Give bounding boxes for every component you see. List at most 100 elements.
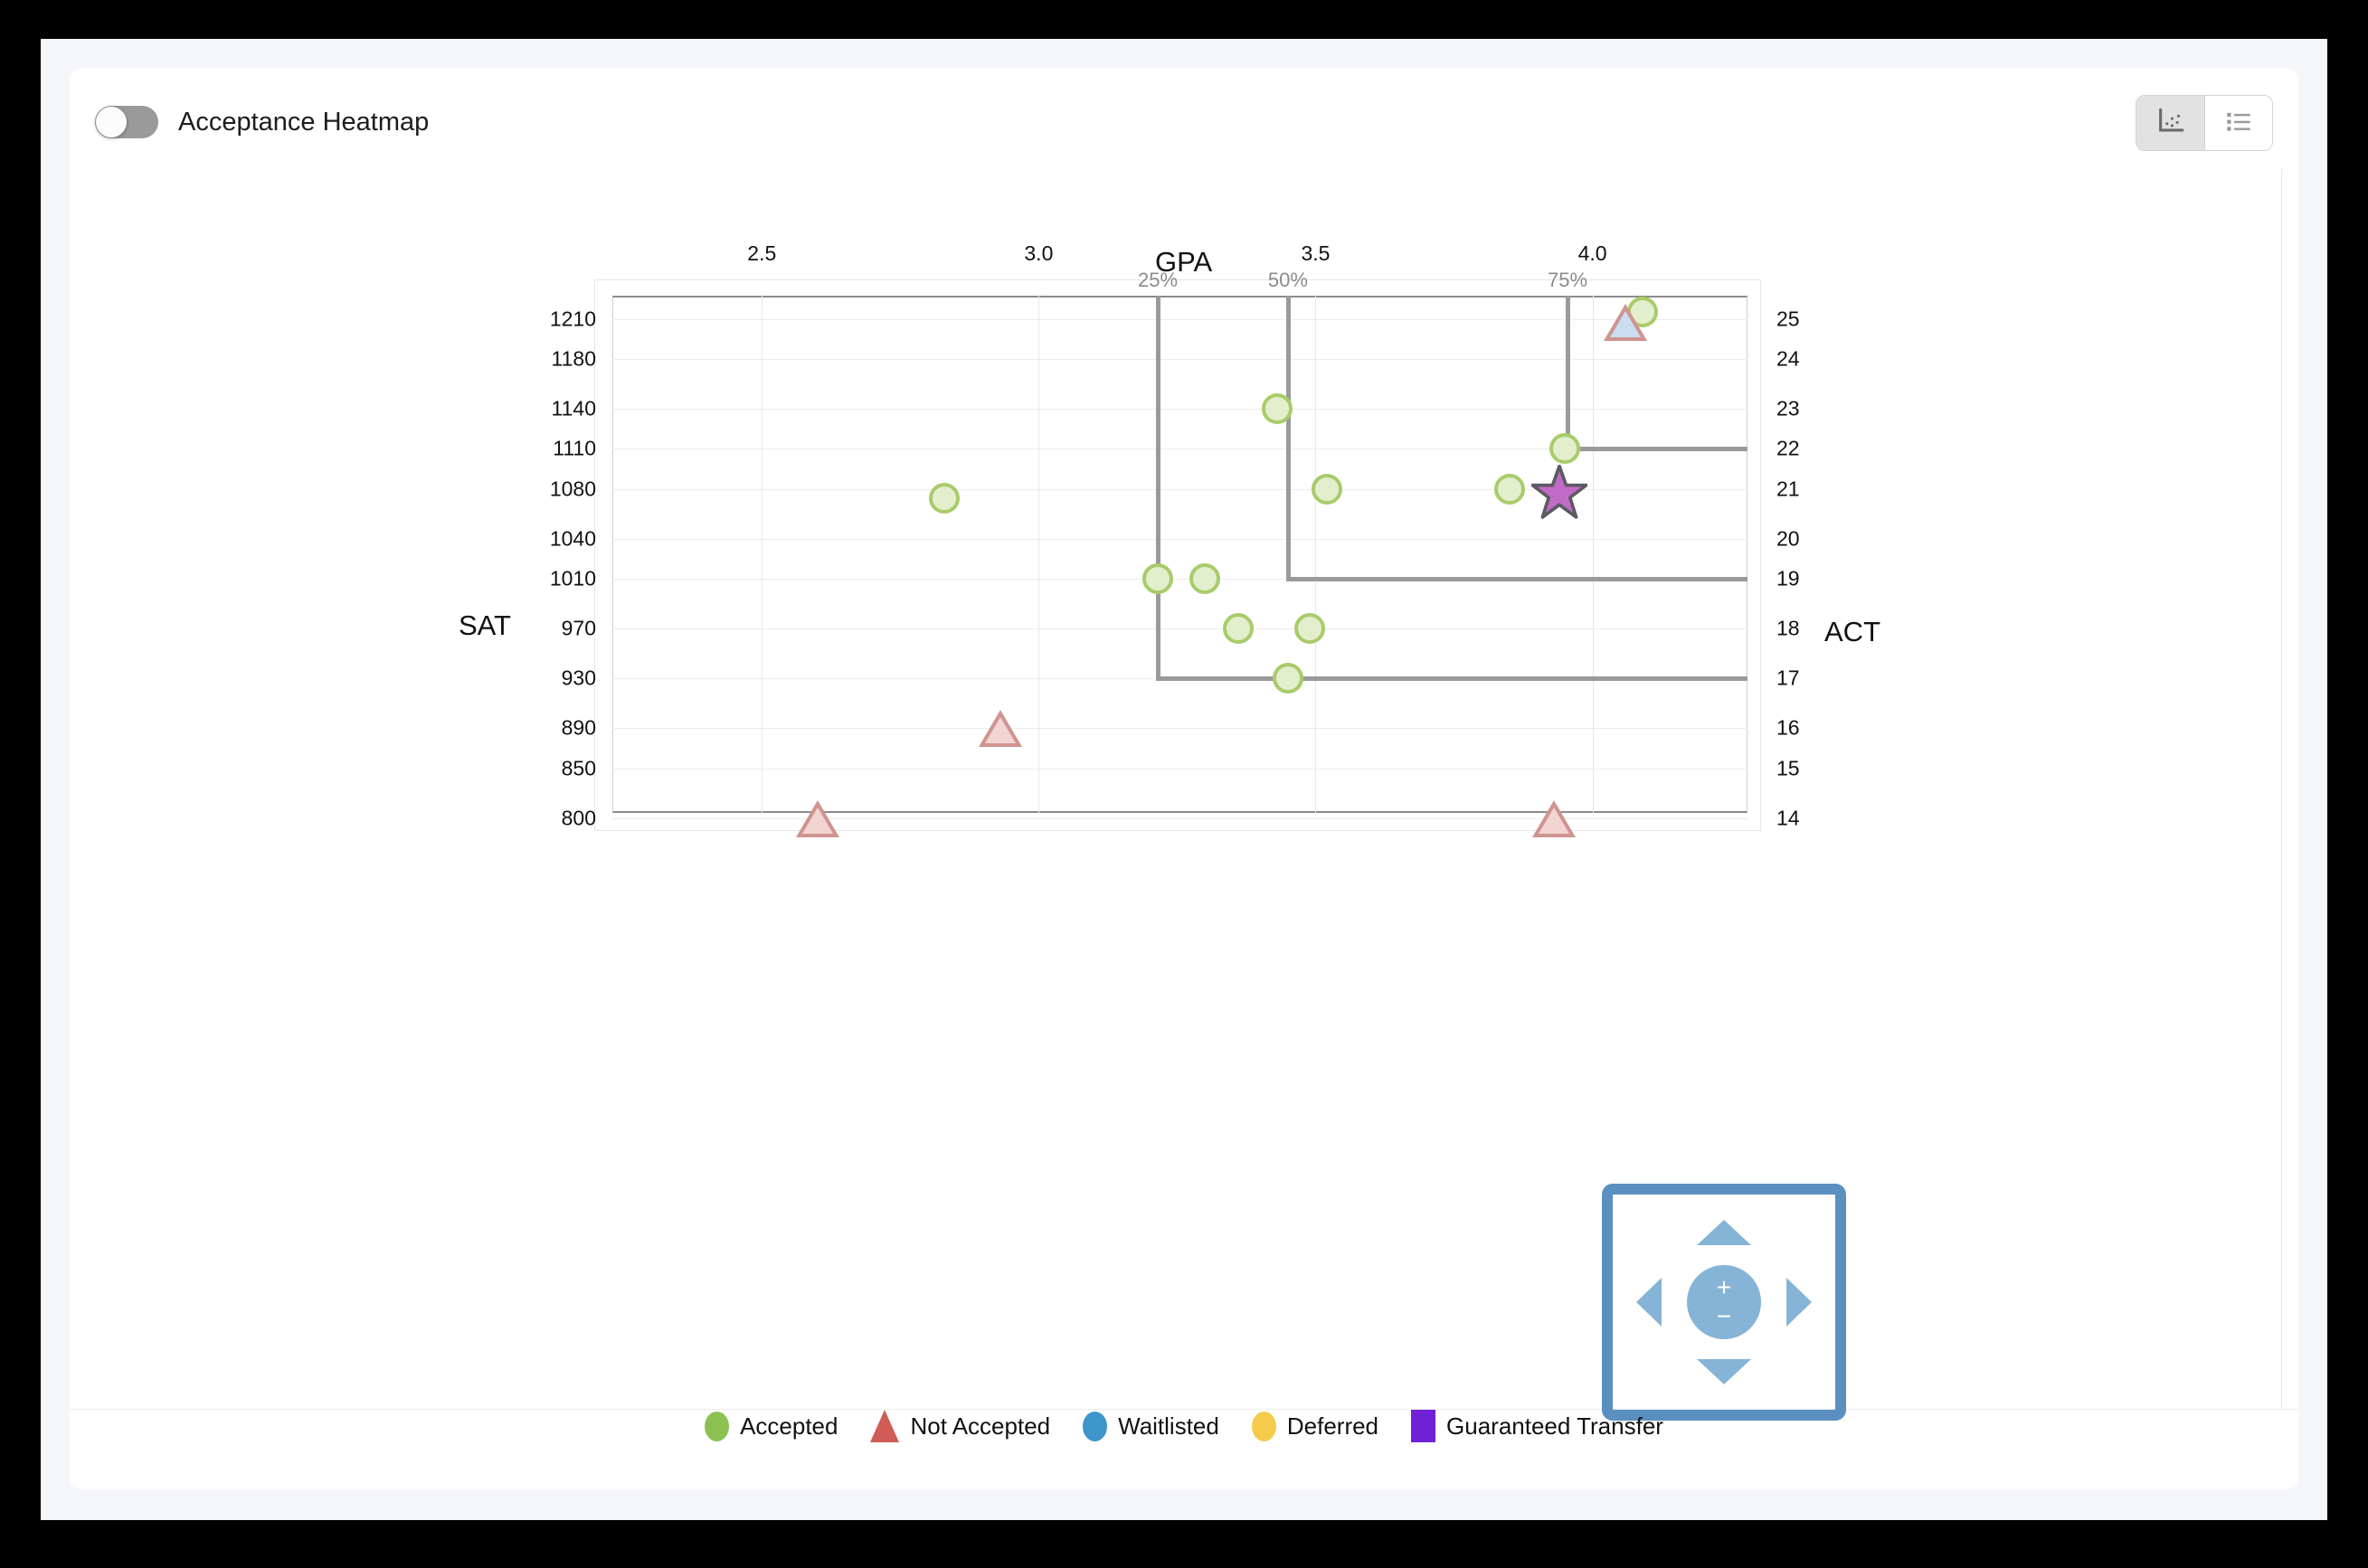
gridline-horizontal — [612, 817, 1748, 819]
card-header: Acceptance Heatmap — [70, 68, 2298, 169]
y-axis-tick-label-sat: 800 — [561, 806, 596, 830]
gridline-horizontal — [612, 318, 1748, 320]
legend-label: Waitlisted — [1118, 1412, 1219, 1440]
percentile-line-horizontal — [1156, 676, 1748, 682]
zoom-out-button[interactable]: − — [1710, 1302, 1738, 1331]
legend-item[interactable]: Guaranteed Transfer — [1411, 1410, 1663, 1442]
y-axis-tick-label-act: 16 — [1776, 715, 1800, 740]
gridline-horizontal — [612, 768, 1748, 770]
data-point-accepted[interactable] — [1272, 663, 1303, 694]
percentile-label: 25% — [1137, 269, 1179, 291]
legend-item[interactable]: Waitlisted — [1083, 1411, 1219, 1441]
data-point-accepted[interactable] — [1189, 563, 1221, 595]
triangle-fill — [1538, 807, 1569, 834]
x-axis-tick-label: 3.0 — [1024, 241, 1054, 265]
y-axis-tick-label-act: 22 — [1776, 436, 1800, 460]
pan-zoom-inner: + − — [1613, 1195, 1835, 1410]
app-root: Acceptance Heatmap GPA SAT ACT 2.5 3.0 3… — [41, 39, 2327, 1520]
legend-item[interactable]: Deferred — [1251, 1411, 1379, 1441]
y-axis-tick-label-act: 25 — [1776, 307, 1800, 331]
gridline-vertical — [1315, 296, 1317, 813]
data-point-accepted[interactable] — [1261, 392, 1293, 424]
user-position-star[interactable] — [1530, 464, 1587, 519]
pan-up-arrow[interactable] — [1697, 1220, 1751, 1245]
zoom-core: + − — [1687, 1265, 1761, 1339]
y-axis-tick-label-sat: 1140 — [551, 396, 596, 420]
y-axis-tick-label-act: 24 — [1776, 346, 1800, 371]
gridline-horizontal — [612, 538, 1748, 540]
scatter-chart: GPA SAT ACT 2.5 3.0 3.5 4.0 25% 50% 75% 1210 118… — [70, 169, 2298, 1435]
y-axis-tick-label-act: 19 — [1776, 566, 1800, 590]
gridline-vertical — [1592, 296, 1594, 813]
plot-area[interactable] — [612, 296, 1748, 837]
triangle-fill — [1610, 310, 1642, 337]
y-axis-tick-label-sat: 1080 — [549, 477, 596, 501]
chart-y-axis-title-right: ACT — [1824, 616, 1880, 647]
percentile-line-vertical — [1566, 296, 1571, 449]
pan-zoom-control[interactable]: + − — [1602, 1184, 1846, 1421]
data-point-accepted[interactable] — [1294, 613, 1326, 645]
y-axis-tick-label-sat: 1210 — [549, 307, 596, 331]
y-axis-tick-label-act: 20 — [1776, 526, 1800, 551]
pan-down-arrow[interactable] — [1697, 1359, 1751, 1384]
data-point-accepted[interactable] — [1142, 563, 1173, 595]
heatmap-toggle-group[interactable]: Acceptance Heatmap — [95, 106, 429, 138]
legend-label: Deferred — [1286, 1412, 1379, 1440]
y-axis-tick-label-sat: 850 — [561, 756, 596, 780]
triangle-fill — [984, 717, 1016, 744]
percentile-line-horizontal — [1285, 577, 1748, 582]
data-point-accepted[interactable] — [929, 482, 961, 514]
y-axis-tick-label-sat: 1040 — [549, 526, 596, 551]
legend-label: Accepted — [740, 1412, 838, 1440]
y-axis-tick-label-act: 21 — [1776, 477, 1800, 501]
view-mode-toggle-group[interactable] — [2136, 95, 2273, 151]
data-point-accepted[interactable] — [1549, 433, 1580, 465]
pan-right-arrow[interactable] — [1786, 1278, 1812, 1327]
percentile-line-horizontal — [1566, 447, 1748, 452]
y-axis-tick-label-act: 15 — [1776, 756, 1800, 780]
percentile-line-vertical — [1156, 296, 1160, 679]
y-axis-tick-label-act: 18 — [1776, 616, 1800, 640]
zoom-in-button[interactable]: + — [1710, 1273, 1738, 1302]
data-point-accepted[interactable] — [1493, 473, 1525, 505]
x-axis-tick-label: 3.5 — [1301, 241, 1331, 265]
chart-y-axis-title-left: SAT — [459, 609, 511, 641]
chart-card: Acceptance Heatmap GPA SAT ACT 2.5 3.0 3… — [70, 68, 2298, 1489]
y-axis-tick-label-act: 23 — [1776, 396, 1800, 420]
scatter-plot-icon — [2155, 106, 2186, 141]
legend-square-icon — [1411, 1410, 1436, 1442]
toggle-knob — [96, 107, 127, 137]
gridline-horizontal — [612, 628, 1748, 630]
y-axis-tick-label-act: 17 — [1776, 666, 1800, 690]
acceptance-heatmap-toggle[interactable] — [95, 106, 158, 138]
data-point-accepted[interactable] — [1311, 473, 1342, 505]
x-axis-tick-label: 4.0 — [1577, 241, 1607, 265]
list-icon — [2223, 106, 2254, 141]
plot-inner-border — [612, 296, 1748, 813]
legend-item[interactable]: Not Accepted — [870, 1410, 1050, 1442]
chart-legend: Accepted Not Accepted Waitlisted Deferred Gu… — [70, 1410, 2298, 1442]
legend-label: Guaranteed Transfer — [1446, 1412, 1663, 1440]
x-axis-tick-label: 2.5 — [747, 241, 777, 265]
scatter-view-button[interactable] — [2136, 96, 2204, 150]
percentile-line-vertical — [1285, 296, 1291, 580]
percentile-label: 75% — [1548, 269, 1588, 291]
legend-circle-icon — [705, 1411, 730, 1441]
percentile-label: 50% — [1267, 269, 1308, 291]
y-axis-tick-label-sat: 970 — [561, 616, 596, 640]
data-point-accepted[interactable] — [1222, 613, 1254, 645]
y-axis-tick-label-sat: 1010 — [549, 566, 596, 590]
pan-left-arrow[interactable] — [1636, 1278, 1662, 1327]
legend-label: Not Accepted — [910, 1412, 1051, 1440]
legend-circle-icon — [1083, 1411, 1108, 1441]
list-view-button[interactable] — [2204, 96, 2272, 150]
y-axis-tick-label-sat: 890 — [561, 715, 596, 740]
y-axis-tick-label-sat: 1110 — [553, 436, 596, 460]
gridline-horizontal — [612, 728, 1748, 730]
gridline-horizontal — [612, 408, 1748, 410]
y-axis-tick-label-sat: 1180 — [551, 346, 596, 371]
legend-circle-icon — [1251, 1411, 1276, 1441]
legend-item[interactable]: Accepted — [705, 1411, 838, 1441]
legend-triangle-icon — [870, 1410, 900, 1442]
acceptance-heatmap-label: Acceptance Heatmap — [178, 107, 430, 137]
